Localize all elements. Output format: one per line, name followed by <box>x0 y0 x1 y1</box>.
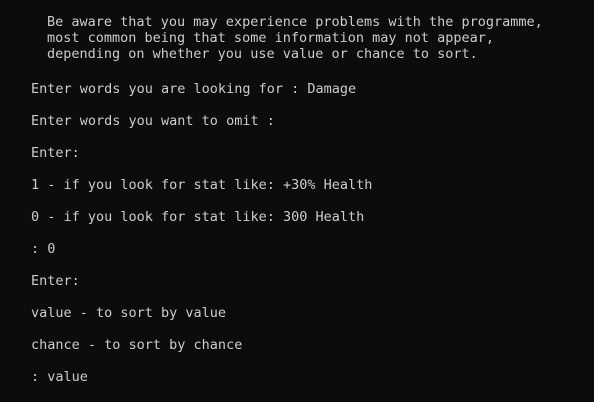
search-words-prompt: Enter words you are looking for : <box>31 81 308 97</box>
stat-type-input[interactable]: 0 <box>47 241 55 257</box>
omit-words-prompt: Enter words you want to omit : <box>31 113 283 129</box>
enter-heading-2: Enter: <box>31 273 80 289</box>
option-flat-stat: 0 - if you look for stat like: 300 Healt… <box>31 209 365 225</box>
option-percent-stat: 1 - if you look for stat like: +30% Heal… <box>31 177 373 193</box>
warning-line-3: depending on whether you use value or ch… <box>47 46 478 62</box>
stat-type-line: : 0 <box>31 241 55 257</box>
sort-mode-prompt: : <box>31 369 48 385</box>
stat-type-prompt: : <box>31 241 48 257</box>
warning-line-1: Be aware that you may experience problem… <box>47 14 543 30</box>
console-window[interactable]: Be aware that you may experience problem… <box>0 0 594 402</box>
enter-heading-1: Enter: <box>31 145 80 161</box>
search-words-input[interactable]: Damage <box>307 81 356 97</box>
sort-by-chance-option: chance - to sort by chance <box>31 337 243 353</box>
warning-line-2: most common being that some information … <box>47 30 495 46</box>
search-words-line: Enter words you are looking for : Damage <box>31 81 356 97</box>
warning-message: Be aware that you may experience problem… <box>47 14 543 62</box>
sort-by-value-option: value - to sort by value <box>31 305 227 321</box>
omit-words-line: Enter words you want to omit : <box>31 113 283 129</box>
sort-mode-input[interactable]: value <box>47 369 88 385</box>
sort-mode-line: : value <box>31 369 88 385</box>
